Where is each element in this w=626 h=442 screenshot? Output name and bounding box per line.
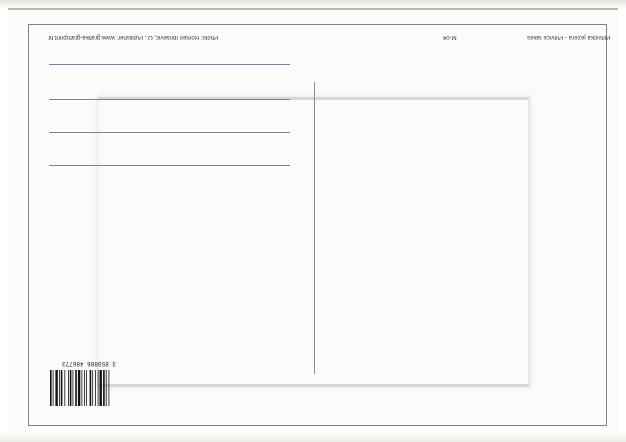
barcode-bar (50, 370, 52, 406)
barcode-bar (81, 370, 83, 406)
barcode-bar (68, 370, 69, 406)
photo-credit: Photo: Romeo Ibrišević, O., Publisher: w… (48, 34, 219, 40)
barcode-bar (89, 370, 92, 406)
barcode-bar (92, 370, 94, 406)
barcode-bar (105, 370, 107, 406)
barcode: 3 859886 486773 (49, 360, 129, 407)
barcode-bar (108, 370, 110, 406)
barcode-bar (95, 370, 96, 406)
address-line-3 (49, 132, 290, 133)
scan-edge-bottom (0, 432, 626, 442)
address-line-2 (49, 99, 290, 100)
address-line-1 (49, 64, 290, 65)
address-line-4 (49, 165, 290, 166)
barcode-bar (69, 370, 72, 406)
barcode-bar (77, 370, 81, 406)
barcode-bar (55, 370, 58, 406)
barcode-bars-icon (50, 370, 110, 406)
caption-text: Plitvička jezera - Plitvice lakes (526, 34, 610, 40)
barcode-bar (60, 370, 63, 406)
barcode-number: 3 859886 486773 (61, 360, 116, 367)
center-divider (314, 82, 315, 374)
product-code: M-04 (443, 34, 457, 40)
barcode-bar (99, 370, 102, 406)
barcode-bar (84, 370, 85, 406)
barcode-bar (103, 370, 105, 406)
barcode-bar (72, 370, 74, 406)
barcode-bar (64, 370, 66, 406)
barcode-bar (75, 370, 77, 406)
barcode-bar (52, 370, 54, 406)
barcode-bar (97, 370, 99, 406)
barcode-bar (59, 370, 60, 406)
barcode-bar (86, 370, 87, 406)
